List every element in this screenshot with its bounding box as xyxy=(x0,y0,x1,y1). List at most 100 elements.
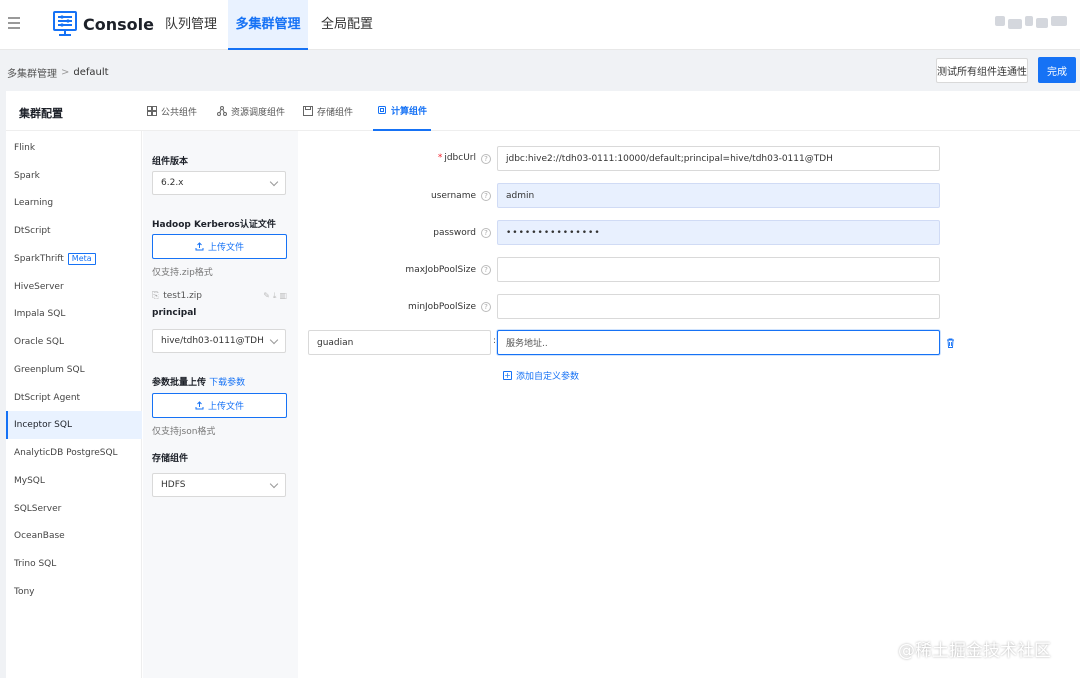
kerberos-label: Hadoop Kerberos认证文件 xyxy=(152,220,276,230)
principal-label: principal xyxy=(152,308,197,318)
sidebar-item-label: SparkThrift xyxy=(14,254,64,264)
principal-select[interactable]: hive/tdh03-0111@TDH xyxy=(152,329,286,353)
zip-hint: 仅支持.zip格式 xyxy=(152,268,213,278)
help-icon[interactable]: ? xyxy=(481,228,491,238)
tab-label: 计算组件 xyxy=(391,106,428,117)
custom-param-key-input[interactable]: guadian xyxy=(308,330,491,355)
version-value: 6.2.x xyxy=(161,178,184,188)
top-nav: Console 队列管理 多集群管理 全局配置 xyxy=(0,0,1080,50)
attachment-icon: ⎘ xyxy=(152,291,160,301)
console-logo-icon xyxy=(53,11,77,36)
tab-common-components[interactable]: 公共组件 xyxy=(147,91,197,131)
sidebar-item-inceptor-sql[interactable]: Inceptor SQL xyxy=(6,411,142,439)
breadcrumb-separator: > xyxy=(61,67,70,78)
sidebar-item-mysql[interactable]: MySQL xyxy=(6,467,142,495)
sidebar-item-greenplum-sql[interactable]: Greenplum SQL xyxy=(6,356,142,384)
sidebar-item-analyticdb-postgresql[interactable]: AnalyticDB PostgreSQL xyxy=(6,439,142,467)
nav-tab-queue[interactable]: 队列管理 xyxy=(156,0,226,50)
sidebar-item-sparkthrift[interactable]: SparkThrift Meta xyxy=(6,245,142,273)
sidebar-item-oracle-sql[interactable]: Oracle SQL xyxy=(6,328,142,356)
minjobpoolsize-input[interactable] xyxy=(497,294,940,319)
chevron-down-icon xyxy=(269,335,279,345)
kerberos-upload-button[interactable]: 上传文件 xyxy=(152,234,287,259)
menu-icon[interactable] xyxy=(8,17,20,31)
jdbcurl-input[interactable]: jdbc:hive2://tdh03-0111:10000/default;pr… xyxy=(497,146,940,171)
app-title: Console xyxy=(83,14,154,34)
nav-tab-global-config[interactable]: 全局配置 xyxy=(312,0,382,50)
sidebar-item-learning[interactable]: Learning xyxy=(6,189,142,217)
user-avatar[interactable] xyxy=(995,16,1075,30)
test-connectivity-button[interactable]: 测试所有组件连通性 xyxy=(936,58,1028,83)
sidebar-item-oceanbase[interactable]: OceanBase xyxy=(6,522,142,550)
tab-compute-components[interactable]: 计算组件 xyxy=(373,91,432,131)
file-name: test1.zip xyxy=(163,291,203,301)
help-icon[interactable]: ? xyxy=(481,302,491,312)
password-input[interactable]: ••••••••••••••• xyxy=(497,220,940,245)
save-icon xyxy=(303,106,313,116)
help-icon[interactable]: ? xyxy=(481,154,491,164)
sidebar-item-tony[interactable]: Tony xyxy=(6,578,142,606)
sidebar-item-dtscript-agent[interactable]: DtScript Agent xyxy=(6,384,142,412)
version-label: 组件版本 xyxy=(152,157,189,167)
maxjobpoolsize-input[interactable] xyxy=(497,257,940,282)
plus-icon: + xyxy=(503,371,512,380)
tab-label: 资源调度组件 xyxy=(231,107,286,118)
chevron-down-icon xyxy=(269,177,279,187)
cluster-config-card: 集群配置 公共组件 资源调度组件 存储组件 计算组件 Flink Spark L… xyxy=(6,91,1080,678)
help-icon[interactable]: ? xyxy=(481,265,491,275)
username-input[interactable]: admin xyxy=(497,183,940,208)
help-icon[interactable]: ? xyxy=(481,191,491,201)
upload-icon xyxy=(195,401,204,410)
username-label: username xyxy=(431,191,476,201)
app-logo[interactable]: Console xyxy=(53,11,154,37)
password-label: password xyxy=(433,228,476,238)
download-icon[interactable]: ⤓ xyxy=(273,291,277,301)
sidebar-item-impala-sql[interactable]: Impala SQL xyxy=(6,300,142,328)
watermark: @稀土掘金技术社区 xyxy=(898,641,1051,661)
edit-icon[interactable]: ✎ xyxy=(263,291,270,301)
chevron-down-icon xyxy=(269,479,279,489)
minjobpoolsize-label: minJobPoolSize xyxy=(408,302,476,312)
version-select[interactable]: 6.2.x xyxy=(152,171,286,195)
done-button[interactable]: 完成 xyxy=(1038,57,1076,83)
key-value-separator: : xyxy=(493,336,497,346)
upload-label: 上传文件 xyxy=(207,402,244,412)
component-config-panel: 组件版本 6.2.x Hadoop Kerberos认证文件 上传文件 仅支持.… xyxy=(143,131,298,678)
tab-resource-scheduling[interactable]: 资源调度组件 xyxy=(217,91,285,131)
card-title: 集群配置 xyxy=(19,107,63,120)
nav-tab-multi-cluster[interactable]: 多集群管理 xyxy=(228,0,308,50)
tab-label: 公共组件 xyxy=(161,107,198,118)
sidebar-item-hiveserver[interactable]: HiveServer xyxy=(6,273,142,301)
storage-value: HDFS xyxy=(161,480,186,490)
principal-value: hive/tdh03-0111@TDH xyxy=(161,336,264,346)
upload-label: 上传文件 xyxy=(207,243,244,253)
jdbcurl-label: * jdbcUrl xyxy=(437,153,476,163)
add-param-label: 添加自定义参数 xyxy=(516,372,580,382)
params-upload-button[interactable]: 上传文件 xyxy=(152,393,287,418)
tab-storage-components[interactable]: 存储组件 xyxy=(303,91,353,131)
storage-select[interactable]: HDFS xyxy=(152,473,286,497)
uploaded-file: ⎘ test1.zip ✎ ⤓ ▥ xyxy=(152,291,287,301)
add-custom-param-button[interactable]: + 添加自定义参数 xyxy=(503,369,579,382)
custom-param-value-input[interactable]: 服务地址.. xyxy=(497,330,940,355)
breadcrumb-bar xyxy=(0,51,1080,89)
cpu-icon xyxy=(378,106,386,114)
delete-icon[interactable]: ▥ xyxy=(279,291,287,301)
sidebar-item-flink[interactable]: Flink xyxy=(6,134,142,162)
component-sidebar: Flink Spark Learning DtScript SparkThrif… xyxy=(6,131,142,678)
sidebar-item-spark[interactable]: Spark xyxy=(6,162,142,190)
sidebar-item-trino-sql[interactable]: Trino SQL xyxy=(6,550,142,578)
maxjobpoolsize-label: maxJobPoolSize xyxy=(405,265,476,275)
breadcrumb: 多集群管理 > default xyxy=(7,65,109,80)
sidebar-item-dtscript[interactable]: DtScript xyxy=(6,217,142,245)
sidebar-item-sqlserver[interactable]: SQLServer xyxy=(6,495,142,523)
tab-label: 存储组件 xyxy=(317,107,354,118)
batch-upload-label: 参数批量上传 下载参数 xyxy=(152,375,245,388)
trash-icon[interactable] xyxy=(946,338,955,348)
grid-icon xyxy=(147,106,157,116)
share-icon xyxy=(217,106,227,116)
breadcrumb-current: default xyxy=(73,67,109,78)
breadcrumb-root[interactable]: 多集群管理 xyxy=(7,65,57,80)
download-params-link[interactable]: 下载参数 xyxy=(209,378,245,388)
storage-label: 存储组件 xyxy=(152,454,189,464)
